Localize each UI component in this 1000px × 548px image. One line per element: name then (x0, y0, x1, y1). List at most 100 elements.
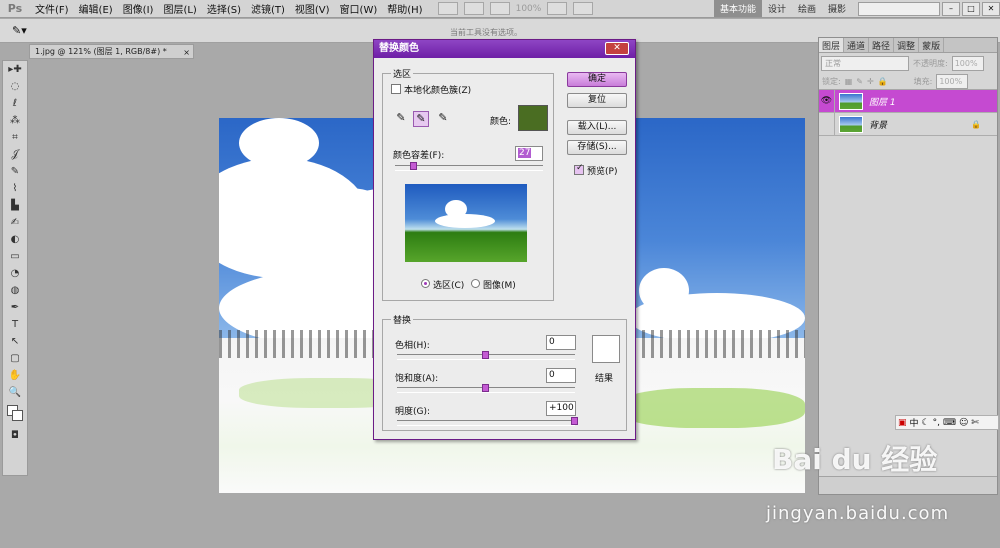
search-input[interactable] (858, 1, 940, 16)
clone-stamp-icon[interactable]: ▙ (3, 197, 27, 214)
tab-paths[interactable]: 路径 (869, 38, 895, 52)
selection-color-swatch[interactable] (518, 105, 548, 131)
saturation-slider[interactable] (397, 384, 575, 393)
keyboard-icon[interactable]: ⌨ (943, 418, 956, 428)
result-color-swatch[interactable] (592, 335, 620, 363)
marquee-tool-icon[interactable]: ◌ (3, 78, 27, 95)
workspace-photography[interactable]: 摄影 (822, 0, 852, 17)
menu-select[interactable]: 选择(S) (202, 1, 246, 16)
fuzziness-input[interactable]: 27 (515, 146, 543, 161)
menu-layer[interactable]: 图层(L) (158, 1, 201, 16)
workspace-painting[interactable]: 绘画 (792, 0, 822, 17)
eyedropper-plus-icon[interactable]: ✎ (413, 111, 429, 127)
type-tool-icon[interactable]: T (3, 316, 27, 333)
eyedropper-minus-icon[interactable]: ✎ (435, 111, 451, 127)
blend-mode-select[interactable]: 正常 (821, 55, 909, 71)
history-brush-icon[interactable]: ✍ (3, 214, 27, 231)
dialog-title-bar[interactable]: 替换颜色 ✕ (374, 40, 635, 58)
lock-all-icon[interactable]: 🔒 (878, 77, 888, 86)
lock-position-icon[interactable]: ✛ (867, 77, 874, 86)
workspace-design[interactable]: 设计 (762, 0, 792, 17)
radio-image[interactable] (471, 279, 480, 288)
move-tool-icon[interactable]: ▸✚ (3, 61, 27, 78)
hue-input[interactable]: 0 (546, 335, 576, 350)
save-button[interactable]: 存储(S)... (567, 140, 627, 155)
preview-checkbox[interactable] (574, 163, 584, 175)
zoom-level[interactable]: 100% (516, 4, 542, 14)
quick-mask-icon[interactable]: ◘ (3, 427, 27, 444)
hand-tool-icon[interactable]: ✋ (3, 367, 27, 384)
gradient-tool-icon[interactable]: ▭ (3, 248, 27, 265)
hue-slider-knob[interactable] (482, 351, 489, 359)
punctuation-icon[interactable]: °, (933, 418, 940, 428)
lasso-tool-icon[interactable]: ℓ (3, 95, 27, 112)
brush-tool-icon[interactable]: ⌇ (3, 180, 27, 197)
close-icon[interactable]: ✕ (982, 1, 1000, 16)
healing-brush-icon[interactable]: ✎ (3, 163, 27, 180)
visibility-toggle[interactable] (819, 112, 835, 136)
tab-adjustments[interactable]: 调整 (894, 38, 920, 52)
lightness-slider-knob[interactable] (571, 417, 578, 425)
eyedropper-icon[interactable]: ✎ (393, 111, 409, 127)
layer-row[interactable]: 👁 图层 1 (819, 89, 997, 113)
dodge-tool-icon[interactable]: ◍ (3, 282, 27, 299)
screen-mode-button[interactable] (573, 2, 594, 15)
load-button[interactable]: 载入(L)... (567, 120, 627, 135)
workspace-essentials[interactable]: 基本功能 (713, 0, 762, 17)
pen-tool-icon[interactable]: ✒ (3, 299, 27, 316)
view-extras-button[interactable] (489, 2, 510, 15)
layer-row[interactable]: 背景 🔒 (819, 112, 997, 136)
magic-wand-icon[interactable]: ⁂ (3, 112, 27, 129)
menu-window[interactable]: 窗口(W) (335, 1, 383, 16)
eyedropper-tool-icon[interactable]: ✎▾ (12, 24, 27, 37)
shape-tool-icon[interactable]: ▢ (3, 350, 27, 367)
blur-tool-icon[interactable]: ◔ (3, 265, 27, 282)
maximize-icon[interactable]: □ (962, 1, 980, 16)
fill-input[interactable]: 100% (936, 73, 969, 89)
zoom-tool-icon[interactable]: 🔍 (3, 384, 27, 401)
menu-file[interactable]: 文件(F) (30, 1, 74, 16)
saturation-input[interactable]: 0 (546, 368, 576, 383)
selection-preview[interactable] (405, 184, 527, 262)
user-icon[interactable]: ☺ (959, 418, 968, 428)
lightness-slider[interactable] (397, 417, 578, 426)
document-tab[interactable]: 1.jpg @ 121% (图层 1, RGB/8#) * × (29, 44, 194, 59)
wrench-icon[interactable]: ✄ (971, 418, 979, 428)
menu-edit[interactable]: 编辑(E) (74, 1, 118, 16)
opacity-input[interactable]: 100% (951, 55, 984, 71)
tab-masks[interactable]: 蒙版 (919, 38, 945, 52)
fuzziness-slider-knob[interactable] (410, 162, 417, 170)
fuzziness-slider[interactable] (395, 162, 543, 171)
lock-pixels-icon[interactable]: ▦ (845, 77, 853, 86)
ime-mode[interactable]: 中 (910, 416, 919, 429)
lightness-input[interactable]: +100 (546, 401, 576, 416)
eraser-icon[interactable]: ◐ (3, 231, 27, 248)
menu-view[interactable]: 视图(V) (290, 1, 335, 16)
menu-filter[interactable]: 滤镜(T) (246, 1, 290, 16)
saturation-slider-knob[interactable] (482, 384, 489, 392)
tab-channels[interactable]: 通道 (844, 38, 870, 52)
path-select-icon[interactable]: ↖ (3, 333, 27, 350)
crop-tool-icon[interactable]: ⌗ (3, 129, 27, 146)
eyedropper-icon[interactable]: 𝒥 (3, 146, 27, 163)
bridge-button[interactable] (437, 2, 458, 15)
minimize-icon[interactable]: – (942, 1, 960, 16)
moon-icon[interactable]: ☾ (922, 418, 930, 428)
menu-image[interactable]: 图像(I) (118, 1, 159, 16)
reset-button[interactable]: 复位 (567, 93, 627, 108)
ime-logo-icon[interactable]: ▣ (898, 418, 907, 428)
visibility-eye-icon[interactable]: 👁 (819, 89, 835, 113)
ok-button[interactable]: 确定 (567, 72, 627, 87)
close-icon[interactable]: × (183, 46, 190, 59)
lock-image-icon[interactable]: ✎ (856, 77, 863, 86)
color-swatches[interactable] (3, 401, 27, 427)
hue-slider[interactable] (397, 351, 575, 360)
background-color[interactable] (12, 410, 23, 421)
radio-selection[interactable] (421, 279, 430, 288)
mini-bridge-button[interactable] (463, 2, 484, 15)
close-icon[interactable]: ✕ (605, 42, 629, 55)
localized-clusters-checkbox[interactable] (391, 84, 401, 94)
menu-help[interactable]: 帮助(H) (382, 1, 427, 16)
tab-layers[interactable]: 图层 (819, 38, 845, 52)
arrange-docs-button[interactable] (547, 2, 568, 15)
